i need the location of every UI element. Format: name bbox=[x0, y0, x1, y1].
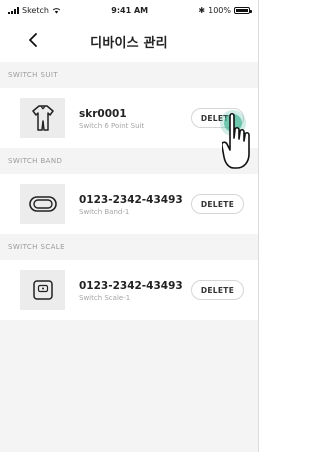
battery-icon bbox=[234, 6, 252, 14]
device-management-screen: Sketch 9:41 AM ✱ 100% 디바이스 관리 SWITCH SUI… bbox=[0, 0, 259, 452]
delete-button[interactable]: DELETE bbox=[191, 280, 244, 300]
device-row: 0123-2342-43493 Switch Band-1 DELETE bbox=[0, 174, 258, 234]
device-name: skr0001 bbox=[79, 107, 127, 120]
chevron-left-icon bbox=[29, 33, 37, 47]
device-info: skr0001 Switch 6 Point Suit bbox=[79, 107, 191, 130]
bluetooth-icon: ✱ bbox=[198, 5, 206, 15]
section-switch-suit: SWITCH SUIT skr0001 Switch 6 Point Suit … bbox=[0, 62, 258, 148]
device-name: 0123-2342-43493 bbox=[79, 193, 183, 206]
device-subtitle: Switch 6 Point Suit bbox=[79, 121, 145, 130]
device-thumb bbox=[20, 98, 65, 138]
device-row: 0123-2342-43493 Switch Scale-1 DELETE bbox=[0, 260, 258, 320]
device-info: 0123-2342-43493 Switch Scale-1 bbox=[79, 279, 191, 302]
status-right: ✱ 100% bbox=[198, 5, 252, 15]
device-info: 0123-2342-43493 Switch Band-1 bbox=[79, 193, 191, 216]
section-switch-band: SWITCH BAND 0123-2342-43493 Switch Band-… bbox=[0, 148, 258, 234]
signal-icon bbox=[8, 6, 19, 14]
device-thumb bbox=[20, 270, 65, 310]
battery-percent: 100% bbox=[208, 5, 231, 15]
section-label: SWITCH SUIT bbox=[8, 71, 58, 79]
hand-pointer-icon bbox=[222, 112, 250, 169]
device-thumb bbox=[20, 184, 65, 224]
device-subtitle: Switch Scale-1 bbox=[79, 293, 131, 302]
suit-icon bbox=[31, 105, 54, 131]
device-subtitle: Switch Band-1 bbox=[79, 207, 130, 216]
scale-icon bbox=[32, 280, 53, 300]
device-name: 0123-2342-43493 bbox=[79, 279, 183, 292]
status-left: Sketch bbox=[8, 6, 61, 15]
band-icon bbox=[28, 196, 57, 212]
section-switch-scale: SWITCH SCALE 0123-2342-43493 Switch Scal… bbox=[0, 234, 258, 320]
device-row: skr0001 Switch 6 Point Suit DELETE bbox=[0, 88, 258, 148]
header: 디바이스 관리 bbox=[0, 20, 258, 62]
status-bar: Sketch 9:41 AM ✱ 100% bbox=[0, 0, 258, 20]
delete-button[interactable]: DELETE bbox=[191, 194, 244, 214]
page-title: 디바이스 관리 bbox=[90, 35, 168, 51]
status-time: 9:41 AM bbox=[111, 5, 149, 15]
section-label: SWITCH BAND bbox=[8, 157, 63, 165]
wifi-icon bbox=[52, 7, 61, 13]
section-label: SWITCH SCALE bbox=[8, 243, 65, 251]
carrier-label: Sketch bbox=[22, 5, 49, 15]
back-button[interactable] bbox=[22, 29, 44, 51]
